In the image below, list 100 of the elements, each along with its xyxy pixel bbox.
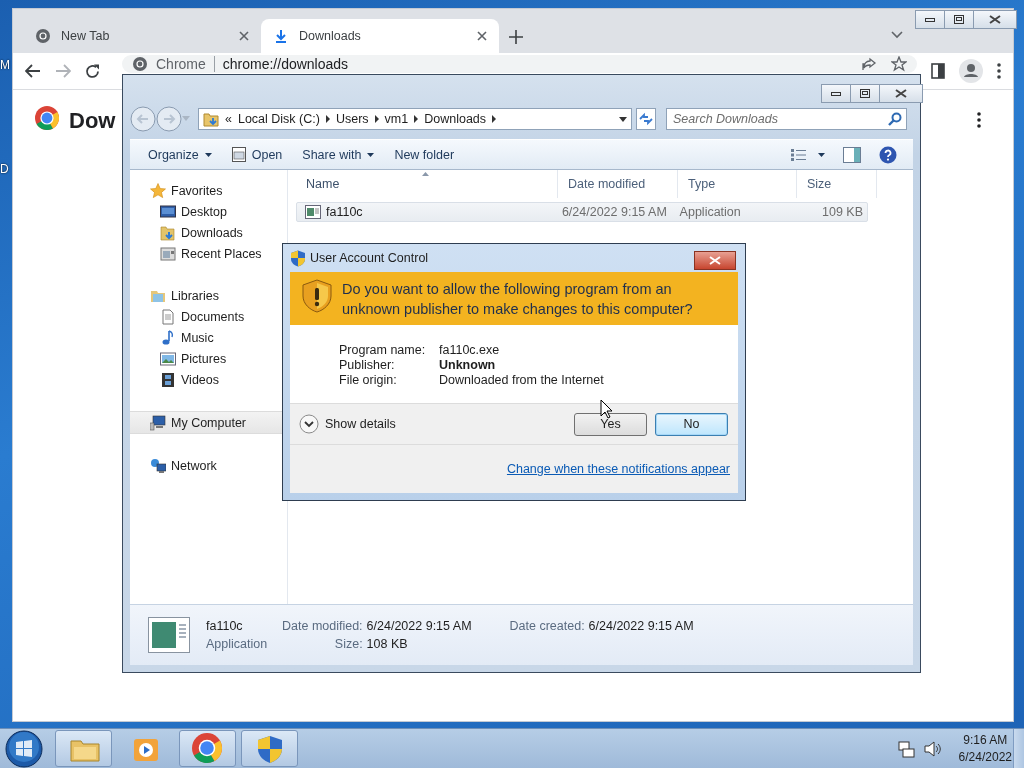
maximize-button[interactable] (944, 10, 974, 29)
property-label: Date modified: (282, 619, 363, 633)
dialog-question: Do you want to allow the following program from an unknown publisher to make changes to this computer? (342, 280, 694, 319)
close-icon (895, 89, 907, 98)
search-field[interactable]: Search Downloads (666, 108, 907, 130)
folder-icon (203, 111, 219, 127)
side-panel-icon[interactable] (931, 63, 945, 79)
minimize-button[interactable] (915, 10, 945, 29)
chevron-right-icon[interactable] (414, 115, 419, 123)
application-icon (148, 617, 190, 653)
menu-icon[interactable] (997, 63, 1001, 79)
column-header[interactable]: Name (296, 170, 558, 198)
clock[interactable]: 9:16 AM 6/24/2022 (958, 733, 1012, 764)
file-name: fa110c (206, 619, 244, 633)
new-tab-icon[interactable] (509, 30, 523, 44)
column-header[interactable]: Date modified (558, 170, 678, 198)
music-note-icon (160, 329, 176, 346)
table-cell: fa110c (297, 205, 554, 219)
chevron-down-icon[interactable] (891, 31, 903, 39)
toolbar-button[interactable]: New folder (386, 144, 463, 165)
taskbar-button[interactable] (241, 730, 298, 767)
table-cell-text: 109 KB (821, 205, 864, 219)
breadcrumb-item[interactable]: Users (335, 112, 369, 126)
address-field[interactable]: « Local Disk (C:) Users vm1 Downloads (198, 108, 632, 130)
overflow-chevron[interactable]: « (225, 112, 232, 126)
address-bar[interactable]: Chrome chrome://downloads (122, 55, 917, 73)
folder-icon (160, 224, 176, 241)
chrome-logo-icon (132, 56, 148, 72)
caret-icon (367, 152, 375, 157)
network-icon (150, 457, 166, 474)
avatar-icon[interactable] (959, 59, 983, 83)
breadcrumb-item[interactable]: Downloads (424, 112, 487, 126)
chevron-right-icon[interactable] (374, 115, 379, 123)
property-value: 108 KB (366, 637, 409, 651)
star-icon (150, 182, 166, 199)
dialog-button[interactable]: Yes (574, 412, 647, 436)
table-row[interactable]: fa110c 6/24/2022 9:15 AM Application 109 KB (296, 202, 868, 222)
minimize-button[interactable] (821, 84, 851, 103)
start-button[interactable] (5, 729, 43, 768)
close-button[interactable] (694, 251, 736, 270)
chrome-logo-icon (35, 28, 51, 44)
menu-button[interactable]: Organize (140, 144, 220, 165)
sidebar-item[interactable]: Favorites (130, 180, 287, 201)
refresh-icon (639, 112, 653, 126)
breadcrumb-item[interactable]: Local Disk (C:) (237, 112, 320, 126)
desktop-icon-label[interactable]: D (0, 162, 9, 176)
film-icon (160, 371, 176, 388)
site-label: Chrome (156, 56, 206, 72)
menu-button[interactable]: Share with (294, 144, 383, 165)
application-icon (305, 205, 321, 219)
help-icon[interactable] (879, 145, 897, 164)
toolbar-button[interactable]: Open (223, 144, 291, 165)
close-button[interactable] (973, 10, 1017, 29)
expand-icon[interactable] (299, 414, 319, 434)
more-icon[interactable] (977, 112, 981, 128)
download-icon (273, 28, 289, 44)
maximize-button[interactable] (850, 84, 880, 103)
minimize-icon (925, 16, 935, 23)
maximize-icon (860, 89, 870, 98)
show-details-toggle[interactable]: Show details (325, 417, 396, 431)
browser-tab[interactable]: New Tab (23, 19, 261, 53)
view-list-icon[interactable] (791, 148, 825, 161)
close-icon[interactable] (239, 31, 249, 41)
sidebar-item[interactable]: Desktop (130, 201, 287, 222)
table-cell-text: 6/24/2022 9:15 AM (560, 205, 668, 219)
settings-link[interactable]: Change when these notifications appear (506, 462, 730, 476)
reload-icon[interactable] (85, 63, 100, 79)
share-icon[interactable] (861, 56, 877, 72)
column-header[interactable]: Type (678, 170, 797, 198)
taskbar-button[interactable] (179, 730, 236, 767)
field-value: Downloaded from the Internet (439, 373, 605, 387)
preview-pane-icon[interactable] (843, 146, 861, 163)
speaker-icon[interactable] (922, 739, 941, 758)
document-icon (160, 308, 176, 325)
close-icon[interactable] (477, 31, 487, 41)
file-type: Application (206, 637, 266, 651)
chevron-right-icon[interactable] (492, 115, 497, 123)
column-header[interactable]: Size (797, 170, 877, 198)
dropdown-icon[interactable] (619, 116, 627, 122)
sort-arrow-icon (422, 172, 429, 176)
refresh-button[interactable] (636, 108, 656, 130)
close-button[interactable] (879, 84, 923, 103)
desktop-icon-label[interactable]: M (0, 58, 10, 72)
caret-icon (204, 152, 212, 157)
mouse-cursor-icon (600, 399, 613, 419)
breadcrumb-item[interactable]: vm1 (384, 112, 409, 126)
network-icon[interactable] (896, 739, 915, 758)
close-icon (989, 15, 1001, 24)
browser-tab[interactable]: Downloads (261, 19, 499, 53)
warning-shield-icon (302, 279, 332, 313)
star-icon[interactable] (891, 56, 907, 72)
property-label: Size: (333, 637, 363, 651)
property-value: 6/24/2022 9:15 AM (588, 619, 694, 633)
back-icon[interactable] (25, 64, 41, 78)
sidebar-item[interactable]: Downloads (130, 222, 287, 243)
image-icon (160, 350, 176, 367)
chevron-right-icon[interactable] (325, 115, 330, 123)
search-icon[interactable] (888, 112, 902, 126)
dialog-button[interactable]: No (655, 412, 728, 436)
shield-icon (290, 249, 306, 267)
